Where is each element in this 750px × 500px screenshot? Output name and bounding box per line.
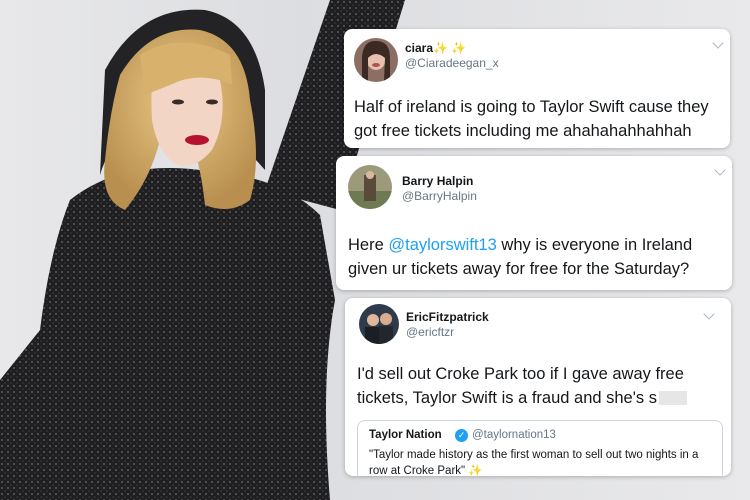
tweet-card-barry[interactable]: Barry Halpin @BarryHalpin Here @taylorsw… xyxy=(336,156,732,290)
sparkles-icon: ✨ xyxy=(468,465,483,477)
verified-badge-icon: ✓ xyxy=(455,429,468,442)
tweet-text: Half of ireland is going to Taylor Swift… xyxy=(354,98,709,140)
tweet-text: I'd sell out Croke Park too if I gave aw… xyxy=(357,362,722,410)
mention-link[interactable]: @taylorswift13 xyxy=(388,236,496,254)
chevron-down-icon[interactable] xyxy=(714,164,726,176)
user-handle[interactable]: @BarryHalpin xyxy=(402,189,477,203)
quoted-tweet[interactable]: Taylor Nation ✓ @taylornation13 "Taylor … xyxy=(357,420,723,477)
avatar[interactable] xyxy=(359,304,399,344)
quoted-display-name[interactable]: Taylor Nation xyxy=(369,429,442,441)
tweet-card-eric[interactable]: EricFitzpatrick @ericftzr I'd sell out C… xyxy=(345,298,731,477)
chevron-down-icon[interactable] xyxy=(712,37,724,49)
avatar[interactable] xyxy=(354,38,398,82)
quoted-tweet-text: "Taylor made history as the first woman … xyxy=(369,449,699,477)
tweet-card-ciara[interactable]: ciara✨ ✨ @Ciaradeegan_x Half of ireland … xyxy=(344,29,730,148)
sparkles-icon: ✨ ✨ xyxy=(433,41,467,55)
chevron-down-icon[interactable] xyxy=(703,308,715,320)
avatar[interactable] xyxy=(348,165,392,209)
display-name[interactable]: ciara✨ ✨ xyxy=(405,41,466,55)
quoted-user-handle[interactable]: @taylornation13 xyxy=(472,429,556,441)
user-handle[interactable]: @ericftzr xyxy=(406,325,454,339)
display-name[interactable]: Barry Halpin xyxy=(402,174,473,188)
display-name[interactable]: EricFitzpatrick xyxy=(406,310,489,324)
redaction-block xyxy=(658,391,687,405)
user-handle[interactable]: @Ciaradeegan_x xyxy=(405,56,499,70)
tweet-text: Here @taylorswift13 why is everyone in I… xyxy=(348,236,693,278)
